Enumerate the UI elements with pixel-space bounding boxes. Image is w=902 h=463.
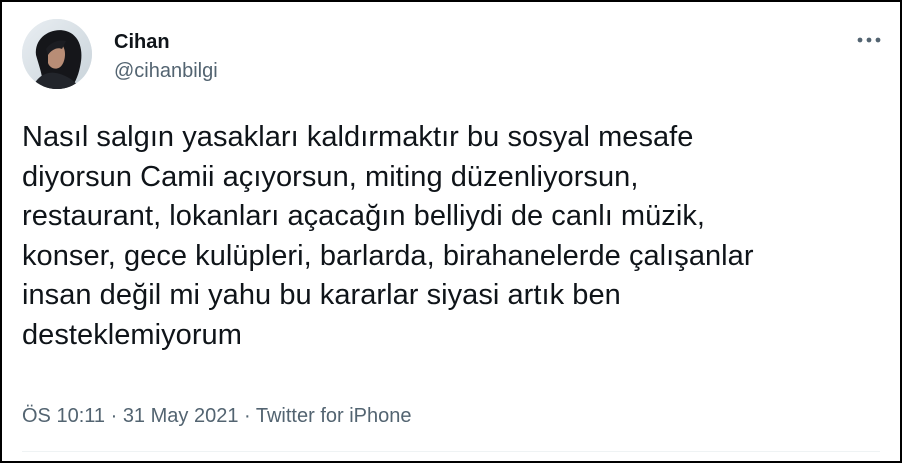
tweet-text: Nasıl salgın yasakları kaldırmaktır bu s… [22,121,754,351]
avatar[interactable] [22,19,92,89]
tweet-date[interactable]: 31 May 2021 [123,405,239,427]
more-options-button[interactable] [852,30,886,50]
meta-separator: · [238,405,256,427]
divider [22,451,880,452]
meta-separator: · [105,405,123,427]
author-name[interactable]: Cihan [114,30,170,54]
tweet-time[interactable]: ÖS 10:11 [22,405,105,427]
profile-photo-image [22,19,92,89]
author-handle[interactable]: @cihanbilgi [114,59,218,83]
tweet-meta: ÖS 10:11 · 31 May 2021 · Twitter for iPh… [22,404,412,428]
more-horizontal-icon [857,37,881,43]
tweet-card: Cihan @cihanbilgi Nasıl salgın yasakları… [0,0,902,463]
tweet-source[interactable]: Twitter for iPhone [256,405,412,427]
